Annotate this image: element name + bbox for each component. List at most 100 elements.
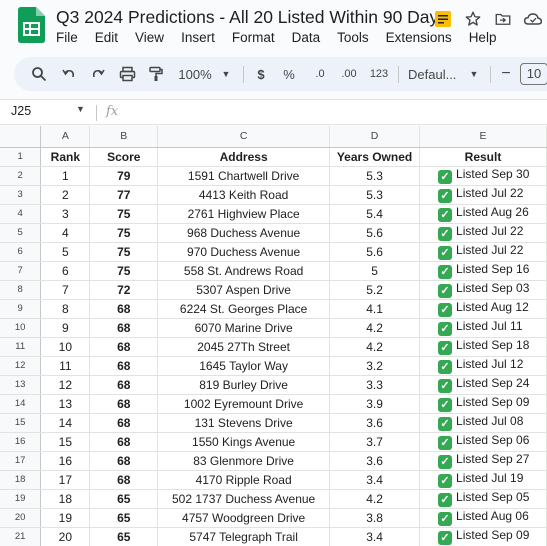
result-cell[interactable]: ✓ Listed Aug 26 [419, 204, 547, 224]
menu-edit[interactable]: Edit [95, 30, 118, 45]
address-cell[interactable]: 2761 Highview Place [157, 204, 331, 224]
result-cell[interactable]: ✓ Listed Jul 22 [419, 185, 547, 205]
row-header[interactable]: 9 [0, 299, 42, 319]
score-cell[interactable]: 68 [89, 299, 159, 319]
menu-tools[interactable]: Tools [337, 30, 369, 45]
menu-view[interactable]: View [135, 30, 164, 45]
rank-cell[interactable]: 11 [40, 356, 91, 376]
row-header[interactable]: 2 [0, 166, 42, 186]
name-box[interactable]: J25 [11, 104, 31, 118]
result-cell[interactable]: ✓ Listed Jul 11 [419, 318, 547, 338]
score-cell[interactable]: 65 [89, 527, 159, 546]
rank-cell[interactable]: 13 [40, 394, 91, 414]
row-header[interactable]: 20 [0, 508, 42, 528]
address-cell[interactable]: 5307 Aspen Drive [157, 280, 331, 300]
address-cell[interactable]: 6070 Marine Drive [157, 318, 331, 338]
font-chevron-down-icon[interactable]: ▼ [468, 57, 480, 91]
score-cell[interactable]: 68 [89, 432, 159, 452]
cloud-status-icon[interactable] [522, 8, 544, 30]
row-header[interactable]: 8 [0, 280, 42, 300]
address-cell[interactable]: 83 Glenmore Drive [157, 451, 331, 471]
years-owned-cell[interactable]: 3.3 [329, 375, 421, 395]
menu-extensions[interactable]: Extensions [386, 30, 452, 45]
years-owned-cell[interactable]: 5.2 [329, 280, 421, 300]
result-cell[interactable]: ✓ Listed Sep 06 [419, 432, 547, 452]
score-cell[interactable]: 65 [89, 489, 159, 509]
row-header[interactable]: 14 [0, 394, 42, 414]
result-cell[interactable]: ✓ Listed Sep 09 [419, 394, 547, 414]
address-cell[interactable]: 4413 Keith Road [157, 185, 331, 205]
star-icon[interactable] [462, 8, 484, 30]
score-cell[interactable]: 75 [89, 223, 159, 243]
result-cell[interactable]: ✓ Listed Sep 18 [419, 337, 547, 357]
address-cell[interactable]: 4170 Ripple Road [157, 470, 331, 490]
row-header[interactable]: 21 [0, 527, 42, 546]
column-header-a[interactable]: A [40, 126, 91, 148]
address-cell[interactable]: 131 Stevens Drive [157, 413, 331, 433]
menu-insert[interactable]: Insert [181, 30, 215, 45]
score-cell[interactable]: 79 [89, 166, 159, 186]
score-cell[interactable]: 68 [89, 337, 159, 357]
rank-cell[interactable]: 6 [40, 261, 91, 281]
row-header[interactable]: 19 [0, 489, 42, 509]
name-box-chevron-down-icon[interactable]: ▼ [76, 104, 85, 114]
increase-decimal-button[interactable]: .00 [337, 57, 361, 91]
column-header-e[interactable]: E [419, 126, 547, 148]
row-header[interactable]: 17 [0, 451, 42, 471]
rank-cell[interactable]: 12 [40, 375, 91, 395]
row-header[interactable]: 1 [0, 147, 42, 167]
years-owned-cell[interactable]: 5.6 [329, 242, 421, 262]
years-owned-cell[interactable]: 5.3 [329, 185, 421, 205]
decrease-decimal-button[interactable]: .0 [309, 57, 331, 91]
rank-cell[interactable]: 20 [40, 527, 91, 546]
formula-input[interactable] [130, 102, 530, 122]
result-cell[interactable]: ✓ Listed Jul 08 [419, 413, 547, 433]
rank-cell[interactable]: 7 [40, 280, 91, 300]
result-cell[interactable]: ✓ Listed Sep 09 [419, 527, 547, 546]
zoom-select[interactable]: 100% [176, 57, 214, 91]
rank-cell[interactable]: 10 [40, 337, 91, 357]
more-formats-button[interactable]: 123 [368, 57, 390, 91]
score-cell[interactable]: 68 [89, 375, 159, 395]
row-header[interactable]: 16 [0, 432, 42, 452]
years-owned-cell[interactable]: 5.4 [329, 204, 421, 224]
years-owned-cell[interactable]: 4.2 [329, 318, 421, 338]
row-header[interactable]: 10 [0, 318, 42, 338]
format-percent-button[interactable]: % [282, 57, 296, 91]
score-cell[interactable]: 65 [89, 508, 159, 528]
result-cell[interactable]: ✓ Listed Jul 22 [419, 242, 547, 262]
row-header[interactable]: 4 [0, 204, 42, 224]
redo-icon[interactable] [87, 57, 109, 91]
rank-cell[interactable]: 16 [40, 451, 91, 471]
score-cell[interactable]: 72 [89, 280, 159, 300]
decrease-font-size-icon[interactable]: − [498, 57, 514, 91]
rank-cell[interactable]: 17 [40, 470, 91, 490]
result-cell[interactable]: ✓ Listed Sep 05 [419, 489, 547, 509]
paint-format-icon[interactable] [145, 57, 167, 91]
header-result-cell[interactable]: Result [419, 147, 547, 167]
address-cell[interactable]: 819 Burley Drive [157, 375, 331, 395]
rank-cell[interactable]: 9 [40, 318, 91, 338]
result-cell[interactable]: ✓ Listed Sep 16 [419, 261, 547, 281]
rank-cell[interactable]: 4 [40, 223, 91, 243]
row-header[interactable]: 12 [0, 356, 42, 376]
years-owned-cell[interactable]: 4.1 [329, 299, 421, 319]
rank-cell[interactable]: 14 [40, 413, 91, 433]
score-cell[interactable]: 75 [89, 261, 159, 281]
row-header[interactable]: 6 [0, 242, 42, 262]
print-icon[interactable] [116, 57, 138, 91]
rank-cell[interactable]: 3 [40, 204, 91, 224]
sheets-logo-icon[interactable] [18, 7, 45, 43]
result-cell[interactable]: ✓ Listed Jul 22 [419, 223, 547, 243]
result-cell[interactable]: ✓ Listed Jul 12 [419, 356, 547, 376]
menu-help[interactable]: Help [469, 30, 497, 45]
years-owned-cell[interactable]: 3.9 [329, 394, 421, 414]
score-cell[interactable]: 68 [89, 318, 159, 338]
row-header[interactable]: 3 [0, 185, 42, 205]
address-cell[interactable]: 558 St. Andrews Road [157, 261, 331, 281]
address-cell[interactable]: 4757 Woodgreen Drive [157, 508, 331, 528]
score-cell[interactable]: 75 [89, 204, 159, 224]
apps-script-icon[interactable] [432, 8, 454, 30]
zoom-chevron-down-icon[interactable]: ▼ [220, 57, 232, 91]
undo-icon[interactable] [58, 57, 80, 91]
